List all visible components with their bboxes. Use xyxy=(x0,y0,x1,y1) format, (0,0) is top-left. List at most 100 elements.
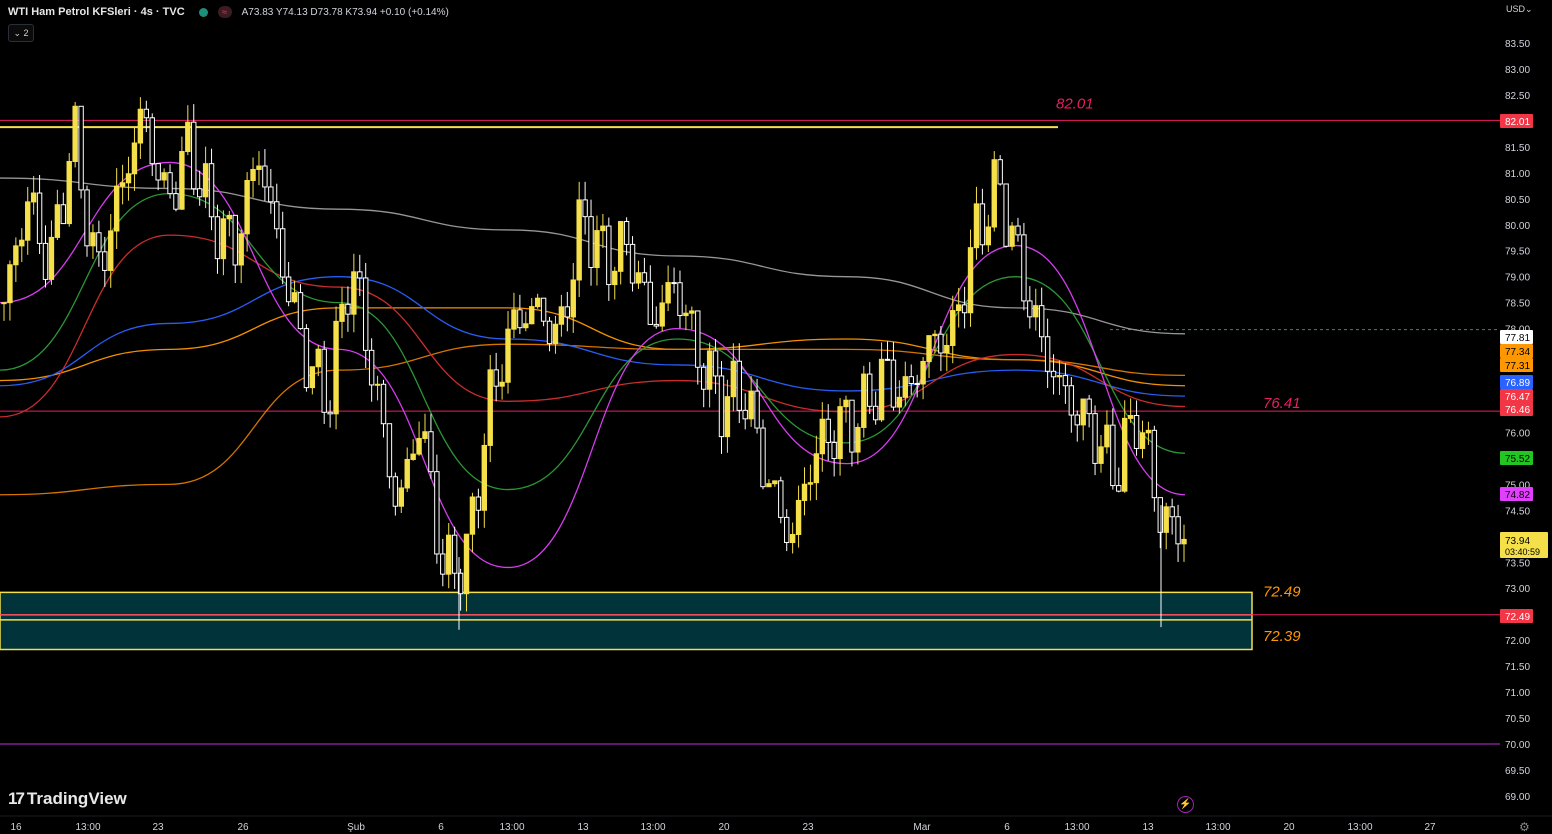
symbol-title[interactable]: WTI Ham Petrol KFSleri · 4s · TVC xyxy=(8,6,185,18)
candle-body xyxy=(250,168,256,181)
candle-body xyxy=(446,534,452,575)
candle-body xyxy=(582,199,588,218)
price-tick-label: 71.00 xyxy=(1505,688,1530,699)
candle-body xyxy=(60,204,66,225)
candle-body xyxy=(1062,375,1069,387)
candle-body xyxy=(78,105,84,191)
candle-body xyxy=(1151,429,1158,499)
candle-body xyxy=(789,533,796,544)
price-chart[interactable]: 82.01 76.41 72.49 72.39 83.50 83.00 82.50 82.0… xyxy=(0,0,1552,834)
candle-body xyxy=(161,172,167,181)
candle-body xyxy=(617,221,624,272)
candle-body xyxy=(1169,506,1175,518)
currency-selector[interactable]: USD⌄ xyxy=(1506,4,1533,15)
candle-body xyxy=(1074,414,1080,426)
time-tick-label: 6 xyxy=(1004,822,1010,833)
gear-icon[interactable]: ⚙ xyxy=(1519,820,1530,834)
last-price-countdown: 03:40:59 xyxy=(1505,547,1540,557)
wave-flag-icon[interactable]: ≈ xyxy=(217,6,232,18)
time-tick-label: 6 xyxy=(438,822,444,833)
candle-body xyxy=(653,323,659,327)
candle-body xyxy=(1,302,7,305)
lightning-icon[interactable]: ⚡ xyxy=(1177,796,1194,813)
candle-body xyxy=(202,163,209,198)
candle-body xyxy=(143,108,150,119)
candle-body xyxy=(410,453,416,460)
time-tick-label: 13:00 xyxy=(1064,822,1089,833)
price-tick-label: 82.50 xyxy=(1505,91,1530,102)
price-tick-label: 72.00 xyxy=(1505,636,1530,647)
candle-body xyxy=(1163,506,1169,533)
candle-body xyxy=(185,121,191,153)
candle-body xyxy=(878,358,885,421)
candle-body xyxy=(1021,234,1027,302)
candle-body xyxy=(1116,485,1122,492)
price-tag: 76.89 xyxy=(1505,378,1530,389)
candle-body xyxy=(576,199,582,281)
candle-body xyxy=(534,297,541,308)
time-tick-label: 13:00 xyxy=(640,822,665,833)
candle-body xyxy=(588,216,594,269)
candle-body xyxy=(416,437,422,455)
candle-body xyxy=(997,159,1003,185)
level-label-72-49: 72.49 xyxy=(1263,584,1301,601)
candle-body xyxy=(131,142,138,175)
price-tick-label: 71.50 xyxy=(1505,662,1530,673)
time-tick-label: 16 xyxy=(10,822,22,833)
candle-body xyxy=(351,271,357,315)
candle-body xyxy=(594,230,600,269)
candle-body xyxy=(66,160,72,225)
candle-body xyxy=(1056,375,1063,378)
price-tag: 75.52 xyxy=(1505,454,1530,465)
time-axis[interactable]: 16 13:00 23 26 Şub 6 13:00 13 13:00 20 23 Mar 6 13:00… xyxy=(0,815,1552,833)
candle-body xyxy=(754,390,760,429)
candle-body xyxy=(315,348,321,368)
indicators-toggle-button[interactable]: ⌄ 2 xyxy=(8,24,34,42)
candle-body xyxy=(54,204,61,238)
candle-body xyxy=(345,303,351,315)
candle-body xyxy=(760,427,766,488)
candle-body xyxy=(926,335,932,362)
candle-body xyxy=(659,302,665,327)
candle-body xyxy=(742,409,748,420)
price-tick-label: 79.50 xyxy=(1505,247,1530,258)
time-tick-label: 27 xyxy=(1424,822,1436,833)
candle-body xyxy=(730,360,737,398)
level-label-76: 76.41 xyxy=(1263,395,1301,412)
candle-body xyxy=(36,192,43,244)
candle-body xyxy=(944,344,950,354)
candle-body xyxy=(1104,424,1110,448)
candle-body xyxy=(268,186,274,203)
time-tick-label: 13 xyxy=(1142,822,1154,833)
candle-body xyxy=(1175,516,1181,545)
time-tick-label: 20 xyxy=(1283,822,1295,833)
candle-body xyxy=(475,496,482,511)
candle-body xyxy=(867,373,873,407)
price-tag: 77.81 xyxy=(1505,333,1530,344)
candle-body xyxy=(1086,398,1092,415)
candle-body xyxy=(481,444,488,511)
moving-average-line-3 xyxy=(0,343,1186,496)
candle-body xyxy=(938,333,944,354)
candle-body xyxy=(1098,446,1104,464)
candle-body xyxy=(1122,417,1128,492)
candle-body xyxy=(772,480,778,485)
candle-body xyxy=(825,418,831,443)
candle-body xyxy=(890,359,897,408)
candle-body xyxy=(914,383,920,386)
candle-body xyxy=(902,376,909,398)
level-label-72-39: 72.39 xyxy=(1263,628,1301,645)
candle-body xyxy=(920,360,926,385)
candle-body xyxy=(967,247,974,314)
candle-body xyxy=(238,233,244,266)
candle-body xyxy=(119,182,126,187)
candle-body xyxy=(214,216,221,260)
candle-body xyxy=(961,304,968,314)
candle-body xyxy=(1157,497,1163,533)
candle-body xyxy=(546,320,553,345)
candle-body xyxy=(1044,336,1051,372)
candle-body xyxy=(766,483,772,488)
candle-body xyxy=(339,303,345,322)
candle-body xyxy=(1080,398,1086,426)
candle-body xyxy=(226,214,233,220)
